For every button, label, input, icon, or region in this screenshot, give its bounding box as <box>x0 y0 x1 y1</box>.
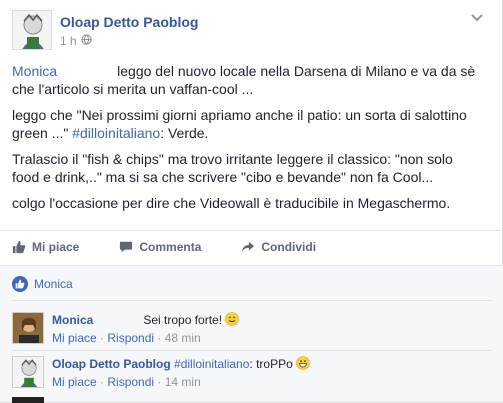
post-card: Oloap Detto Paoblog 1 h Monica leggo del … <box>0 0 503 403</box>
avatar-image <box>13 313 43 343</box>
comment-actions: Mi piace · Rispondi · 48 min <box>52 331 201 345</box>
globe-icon <box>81 34 92 48</box>
reply-avatar-stub <box>12 397 44 403</box>
like-button[interactable]: Mi piace <box>12 240 79 254</box>
post-actions-bar: Mi piace Commenta Condividi <box>0 230 503 262</box>
post-meta: 1 h <box>60 34 92 48</box>
like-badge-icon <box>12 276 28 292</box>
comment-author[interactable]: Monica <box>52 313 93 327</box>
post-paragraph-2: leggo che "Nei prossimi giorni apriamo a… <box>12 106 482 142</box>
comment-time[interactable]: 14 min <box>165 375 201 389</box>
comment-text: Oloap Detto Paoblog #dilloinitaliano: tr… <box>52 356 310 372</box>
comment-time[interactable]: 48 min <box>165 331 201 345</box>
post-body: Monica leggo del nuovo locale nella Darse… <box>12 62 482 220</box>
paragraph-text: leggo del nuovo locale nella Darsena di … <box>12 63 476 97</box>
commenter-avatar[interactable] <box>12 312 44 344</box>
like-label: Mi piace <box>32 239 80 254</box>
post-header: Oloap Detto Paoblog 1 h <box>12 10 492 50</box>
post-time[interactable]: 1 h <box>60 34 77 48</box>
comment-text: Monica Sei tropo forte! <box>52 312 240 328</box>
avatar-image <box>13 11 51 49</box>
post-paragraph-1: Monica leggo del nuovo locale nella Darse… <box>12 62 482 98</box>
comment-item: Oloap Detto Paoblog #dilloinitaliano: tr… <box>12 356 492 396</box>
avatar-image <box>13 357 43 387</box>
likes-name[interactable]: Monica <box>34 277 73 291</box>
share-button[interactable]: Condividi <box>241 240 316 254</box>
post-paragraph-3: Tralascio il "fish & chips" ma trovo irr… <box>12 151 453 185</box>
comment-item: Monica Sei tropo forte! Mi piace · Rispon… <box>12 312 492 352</box>
commenter-avatar[interactable] <box>12 356 44 388</box>
comment-button[interactable]: Commenta <box>119 240 201 254</box>
comment-body: Sei tropo forte! <box>143 313 223 327</box>
paragraph-text: : Verde. <box>160 125 209 141</box>
comments-section: Monica Monica Sei tropo forte! Mi piace · <box>0 265 503 403</box>
thumbs-up-icon <box>12 240 26 253</box>
comment-reply-link[interactable]: Rispondi <box>107 331 154 345</box>
divider <box>12 300 491 301</box>
comment-actions: Mi piace · Rispondi · 14 min <box>52 375 201 389</box>
smile-emoji-icon <box>225 312 240 326</box>
grin-emoji-icon <box>296 356 310 370</box>
comment-reply-link[interactable]: Rispondi <box>107 375 154 389</box>
comment-author[interactable]: Oloap Detto Paoblog <box>52 357 171 371</box>
comment-icon <box>120 241 133 252</box>
comment-body: : troPPo <box>249 357 293 371</box>
author-avatar[interactable] <box>12 10 52 50</box>
comment-label: Commenta <box>139 239 202 254</box>
share-label: Condividi <box>261 239 317 254</box>
likes-summary[interactable]: Monica <box>12 276 73 292</box>
post-author[interactable]: Oloap Detto Paoblog <box>60 14 198 30</box>
chevron-down-icon[interactable] <box>470 10 486 22</box>
comment-like-link[interactable]: Mi piace <box>52 331 97 345</box>
hashtag-link[interactable]: #dilloinitaliano <box>72 125 160 141</box>
divider <box>12 350 491 351</box>
mention-link[interactable]: Monica <box>12 63 57 79</box>
hashtag-link[interactable]: #dilloinitaliano <box>174 357 249 371</box>
share-icon <box>242 241 255 252</box>
post-paragraph-4: colgo l'occasione per dire che Videowall… <box>12 195 451 211</box>
comment-like-link[interactable]: Mi piace <box>52 375 97 389</box>
